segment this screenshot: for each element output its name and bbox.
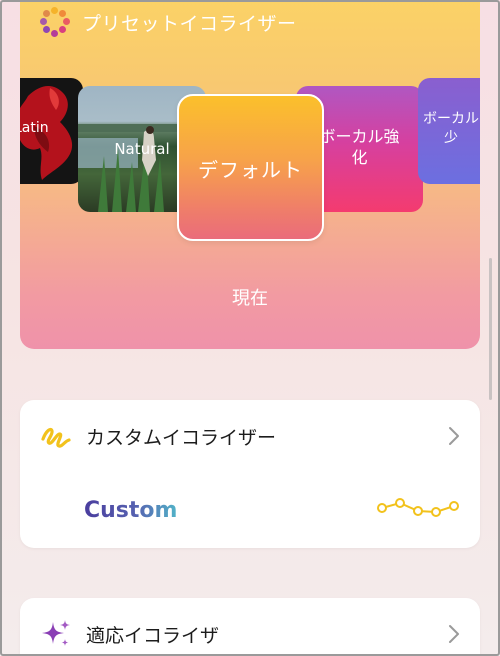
eq-curve-icon (377, 498, 459, 517)
adaptive-equalizer-row: 適応イコライザ (40, 614, 460, 654)
custom-equalizer-title: カスタムイコライザー (86, 426, 277, 449)
preset-tile-latin[interactable]: Latin (20, 78, 83, 184)
sparkle-icon (42, 620, 70, 646)
current-preset-label: 現在 (232, 288, 268, 309)
chevron-right-icon (449, 625, 459, 643)
preset-label-vocal-reduce: ボーカル 少 (423, 111, 479, 146)
preset-tile-vocal-reduce[interactable]: ボーカル 少 (418, 78, 480, 184)
adaptive-equalizer-card[interactable]: 適応イコライザ (20, 598, 480, 656)
custom-equalizer-card[interactable]: カスタムイコライザー Custom (20, 400, 480, 548)
preset-label-latin: Latin (20, 120, 49, 136)
adaptive-equalizer-title: 適応イコライザ (86, 624, 220, 647)
scrollbar[interactable] (489, 258, 492, 400)
squiggle-icon (41, 427, 71, 448)
preset-header: プリセットイコライザー (40, 6, 297, 38)
preset-title: プリセットイコライザー (82, 12, 297, 35)
preset-tile-default[interactable]: デフォルト (177, 94, 324, 241)
custom-equalizer-row: カスタムイコライザー (40, 416, 460, 456)
dots-ring-icon (40, 7, 70, 37)
preset-label-default: デフォルト (198, 158, 303, 182)
custom-equalizer-value: Custom (84, 498, 178, 523)
chevron-right-icon (449, 427, 459, 445)
